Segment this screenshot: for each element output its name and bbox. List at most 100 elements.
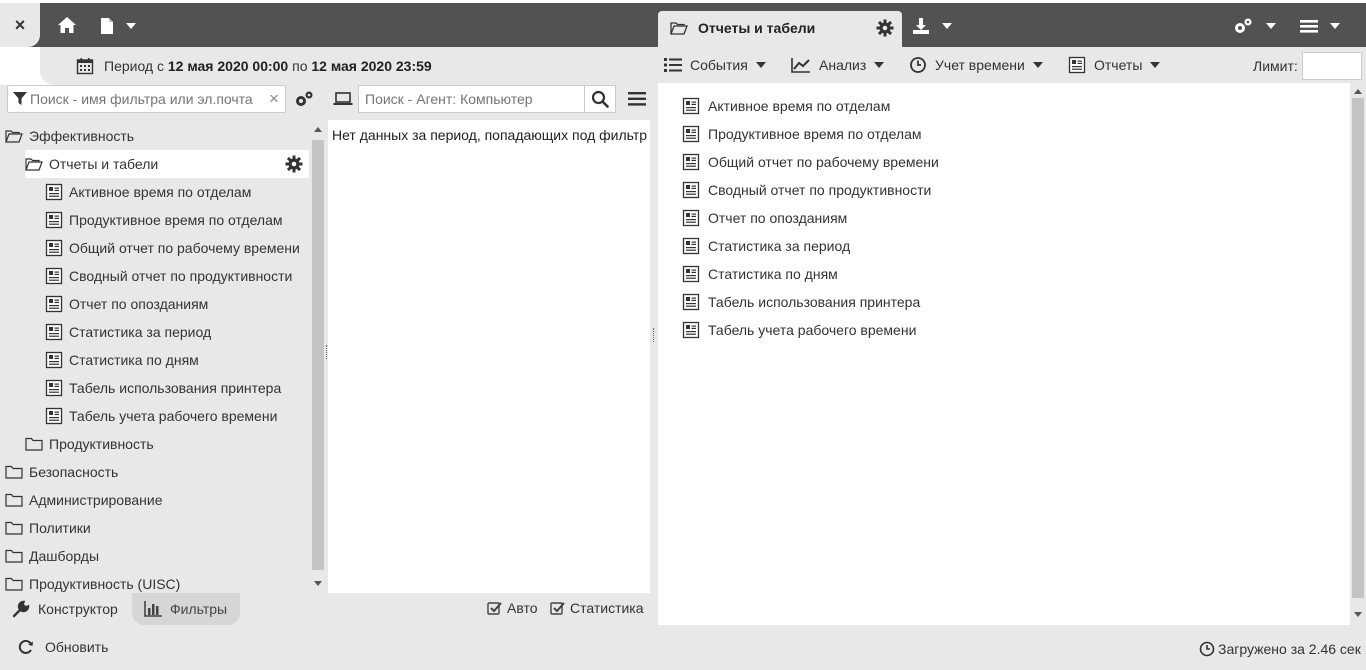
tree-folder-reports[interactable]: Отчеты и табели [25,150,309,178]
report-link[interactable]: Табель использования принтера [682,291,920,313]
chevron-down-icon [1032,62,1043,68]
report-icon [682,153,700,171]
tree-report-item[interactable]: Статистика за период [45,318,211,346]
time-tracking-menu[interactable]: Учет времени [909,56,1043,74]
tree-folder-efficiency[interactable]: Эффективность [5,122,134,150]
folder-icon [5,549,23,563]
tab-label: Фильтры [170,601,228,617]
period-middle: по [292,58,308,74]
agent-search-box[interactable] [358,85,616,113]
auto-checkbox[interactable]: Авто [487,600,538,616]
refresh-button[interactable]: Обновить [18,639,108,655]
report-link[interactable]: Отчет по опозданиям [682,207,847,229]
search-button[interactable] [584,85,616,113]
settings-menu-button[interactable] [1232,12,1288,40]
report-label: Продуктивное время по отделам [708,126,922,142]
stats-checkbox[interactable]: Статистика [550,600,644,616]
tree-report-item[interactable]: Активное время по отделам [45,178,251,206]
filter-search-box[interactable]: × [7,85,286,113]
period-to: 12 мая 2020 23:59 [311,58,432,74]
scroll-down-icon[interactable] [1353,611,1363,619]
tree-label: Статистика за период [69,324,212,340]
folder-icon [5,577,23,591]
chevron-down-icon [1150,62,1161,68]
reports-label: Отчеты [1094,57,1143,73]
scroll-up-icon[interactable] [313,125,323,133]
tree-folder-administration[interactable]: Администрирование [5,486,163,514]
report-link[interactable]: Активное время по отделам [682,95,890,117]
tree-label: Продуктивное время по отделам [69,212,283,228]
hamburger-icon[interactable] [628,91,646,107]
tab-reports-and-timesheets[interactable]: Отчеты и табели [658,11,902,47]
report-icon [45,295,63,313]
tree-folder-productivity-uisc[interactable]: Продуктивность (UISC) [5,570,180,592]
load-time: Загружено за 2.46 сек [1199,641,1361,657]
tab-filters[interactable]: Фильтры [132,593,240,625]
tree-label: Безопасность [29,464,119,480]
filter-search-input[interactable] [30,89,260,109]
tree-report-item[interactable]: Продуктивное время по отделам [45,206,283,234]
splitter-grip[interactable] [653,328,656,342]
report-icon [682,237,700,255]
cogs-icon[interactable] [294,90,314,108]
list-icon [664,58,682,72]
download-icon [913,18,929,34]
folder-icon [5,465,23,479]
tree-folder-dashboards[interactable]: Дашборды [5,542,99,570]
chevron-down-icon [1330,23,1340,29]
scroll-down-icon[interactable] [313,580,323,588]
tree-report-item[interactable]: Статистика по дням [45,346,199,374]
close-button[interactable]: × [0,3,40,47]
period-selector[interactable]: Период с 12 мая 2020 00:00 по 12 мая 202… [76,57,432,75]
tree-label: Политики [29,520,91,536]
folder-open-icon [5,130,23,143]
report-link[interactable]: Продуктивное время по отделам [682,123,922,145]
tree-report-item[interactable]: Отчет по опозданиям [45,290,208,318]
search-icon [591,90,609,108]
report-link[interactable]: Табель учета рабочего времени [682,319,916,341]
new-document-button[interactable] [100,12,160,40]
report-link[interactable]: Общий отчет по рабочему времени [682,151,939,173]
tree-folder-productivity[interactable]: Продуктивность [25,430,154,458]
gear-icon[interactable] [876,19,894,37]
reports-menu[interactable]: Отчеты [1068,56,1161,74]
clear-search-button[interactable]: × [269,89,279,109]
refresh-label: Обновить [45,639,109,655]
report-icon [682,181,700,199]
events-label: События [690,57,748,73]
report-icon [45,267,63,285]
calendar-icon [76,58,94,75]
tree-report-item[interactable]: Табель учета рабочего времени [45,402,277,430]
chevron-down-icon [874,62,885,68]
report-icon [682,265,700,283]
report-link[interactable]: Статистика по дням [682,263,838,285]
report-icon [682,293,700,311]
home-button[interactable] [40,3,94,47]
tree-report-item[interactable]: Общий отчет по рабочему времени [45,234,300,262]
events-menu[interactable]: События [664,56,766,74]
tree-report-item[interactable]: Сводный отчет по продуктивности [45,262,292,290]
tree-folder-policies[interactable]: Политики [5,514,91,542]
clock-icon [1199,641,1215,657]
scroll-up-icon[interactable] [1353,87,1363,95]
download-button[interactable] [912,12,972,40]
report-link[interactable]: Статистика за период [682,235,850,257]
gear-icon[interactable] [285,155,303,173]
left-scroll-thumb[interactable] [312,140,324,570]
tree-label: Продуктивность (UISC) [29,576,181,592]
analysis-menu[interactable]: Анализ [791,56,885,74]
tree-folder-security[interactable]: Безопасность [5,458,118,486]
report-link[interactable]: Сводный отчет по продуктивности [682,179,931,201]
tab-constructor[interactable]: Конструктор [0,593,132,625]
main-menu-button[interactable] [1300,12,1356,40]
time-tracking-label: Учет времени [935,57,1025,73]
right-scroll-thumb[interactable] [1352,98,1364,598]
tab-label: Отчеты и табели [698,20,816,36]
tree-label: Общий отчет по рабочему времени [69,240,300,256]
report-icon [1068,56,1086,74]
tree-report-item[interactable]: Табель использования принтера [45,374,281,402]
agent-search-input[interactable] [365,89,585,109]
chevron-down-icon [1266,23,1276,29]
limit-input[interactable] [1302,52,1362,80]
chevron-down-icon [755,62,766,68]
